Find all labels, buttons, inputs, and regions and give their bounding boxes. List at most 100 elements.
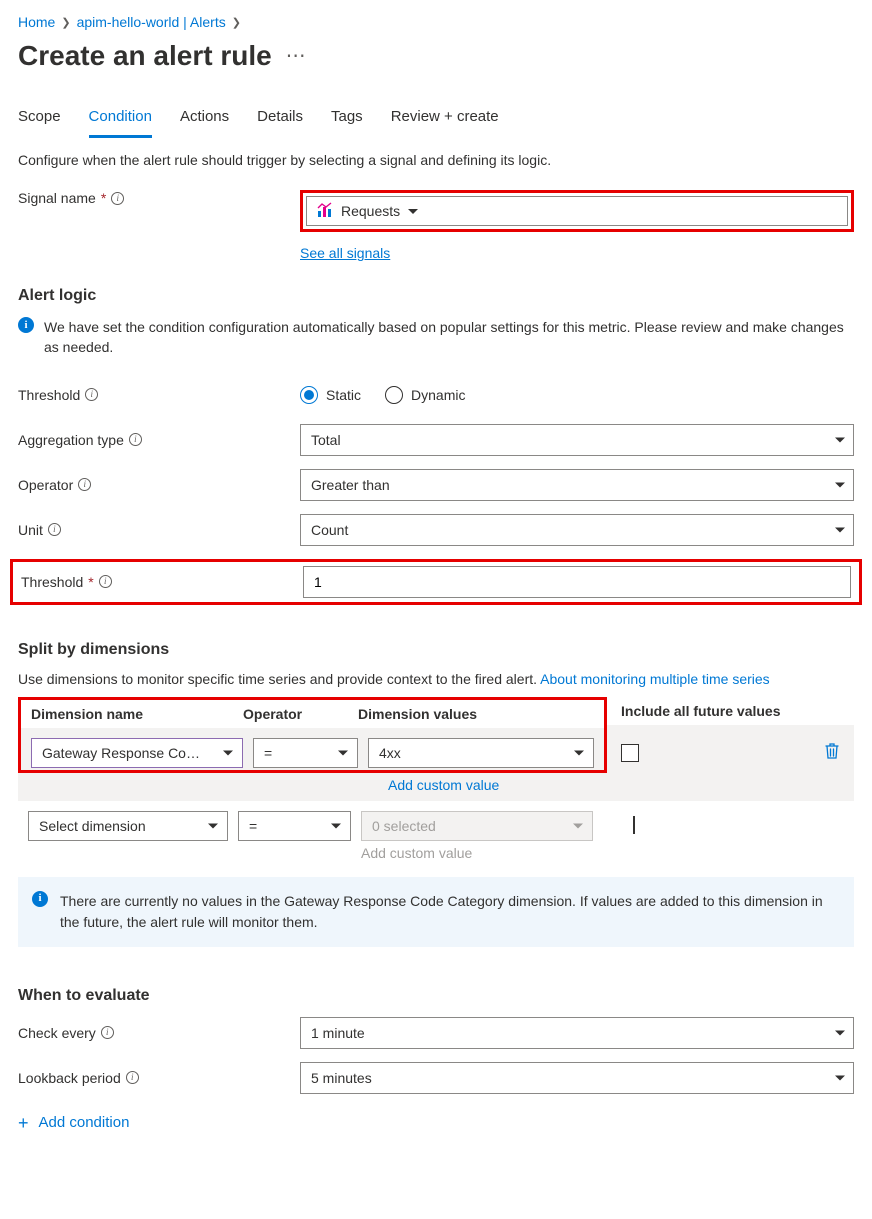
chevron-down-icon bbox=[573, 823, 583, 828]
info-icon[interactable]: i bbox=[99, 575, 112, 588]
threshold-label: Threshold bbox=[21, 574, 83, 590]
aggregation-value: Total bbox=[311, 432, 341, 448]
info-icon[interactable]: i bbox=[101, 1026, 114, 1039]
signal-name-label: Signal name bbox=[18, 190, 96, 206]
plus-icon: + bbox=[18, 1114, 29, 1132]
dimension-operator-select[interactable]: = bbox=[238, 811, 351, 841]
include-future-checkbox[interactable] bbox=[621, 744, 639, 762]
check-every-select[interactable]: 1 minute bbox=[300, 1017, 854, 1049]
see-all-signals-link[interactable]: See all signals bbox=[300, 245, 390, 261]
metrics-icon bbox=[317, 202, 333, 221]
dimension-name-value: Select dimension bbox=[39, 818, 146, 834]
threshold-type-label: Threshold bbox=[18, 387, 80, 403]
dimension-values-placeholder: 0 selected bbox=[372, 818, 436, 834]
chevron-down-icon bbox=[835, 1030, 845, 1035]
threshold-highlight: Threshold * i bbox=[10, 559, 862, 605]
dimension-name-select[interactable]: Gateway Response Co… bbox=[31, 738, 243, 768]
chevron-down-icon bbox=[574, 750, 584, 755]
dimensions-heading: Split by dimensions bbox=[18, 641, 854, 659]
threshold-input[interactable] bbox=[303, 566, 851, 598]
check-every-value: 1 minute bbox=[311, 1025, 365, 1041]
chevron-down-icon bbox=[835, 527, 845, 532]
tab-tags[interactable]: Tags bbox=[331, 102, 363, 138]
breadcrumb-home[interactable]: Home bbox=[18, 14, 55, 30]
dimension-operator-select[interactable]: = bbox=[253, 738, 358, 768]
dim-header-name: Dimension name bbox=[31, 706, 243, 722]
chevron-down-icon bbox=[338, 750, 348, 755]
dim-header-values: Dimension values bbox=[358, 706, 594, 722]
chevron-down-icon bbox=[223, 750, 233, 755]
add-condition-label: Add condition bbox=[39, 1114, 130, 1131]
tabs: Scope Condition Actions Details Tags Rev… bbox=[18, 102, 854, 138]
signal-highlight: Requests bbox=[300, 190, 854, 232]
dimension-values-select[interactable]: 4xx bbox=[368, 738, 594, 768]
tab-details[interactable]: Details bbox=[257, 102, 303, 138]
tab-scope[interactable]: Scope bbox=[18, 102, 61, 138]
info-icon[interactable]: i bbox=[126, 1071, 139, 1084]
lookback-value: 5 minutes bbox=[311, 1070, 372, 1086]
dimension-note: i There are currently no values in the G… bbox=[18, 877, 854, 947]
info-icon[interactable]: i bbox=[48, 523, 61, 536]
tab-review[interactable]: Review + create bbox=[391, 102, 499, 138]
unit-select[interactable]: Count bbox=[300, 514, 854, 546]
page-title: Create an alert rule bbox=[18, 40, 272, 72]
info-icon[interactable]: i bbox=[111, 192, 124, 205]
dimension-note-text: There are currently no values in the Gat… bbox=[60, 891, 840, 933]
lookback-label: Lookback period bbox=[18, 1070, 121, 1086]
unit-value: Count bbox=[311, 522, 348, 538]
info-icon: i bbox=[18, 317, 34, 333]
add-custom-value-disabled: Add custom value bbox=[361, 845, 472, 861]
trash-icon bbox=[824, 742, 840, 760]
chevron-right-icon: ❯ bbox=[232, 16, 241, 29]
chevron-down-icon bbox=[331, 823, 341, 828]
info-icon[interactable]: i bbox=[85, 388, 98, 401]
radio-static[interactable]: Static bbox=[300, 386, 361, 404]
tab-actions[interactable]: Actions bbox=[180, 102, 229, 138]
alert-logic-info: We have set the condition configuration … bbox=[44, 317, 854, 358]
info-icon[interactable]: i bbox=[129, 433, 142, 446]
dimension-name-select[interactable]: Select dimension bbox=[28, 811, 228, 841]
radio-static-label: Static bbox=[326, 387, 361, 403]
more-actions-button[interactable]: ⋯ bbox=[286, 46, 307, 66]
dim-header-include: Include all future values bbox=[607, 697, 854, 725]
radio-dynamic[interactable]: Dynamic bbox=[385, 386, 465, 404]
chevron-down-icon bbox=[208, 823, 218, 828]
dimensions-desc-text: Use dimensions to monitor specific time … bbox=[18, 671, 540, 687]
required-asterisk: * bbox=[88, 574, 93, 590]
dimensions-desc-link[interactable]: About monitoring multiple time series bbox=[540, 671, 770, 687]
include-future-checkbox[interactable] bbox=[633, 816, 635, 834]
tab-condition[interactable]: Condition bbox=[89, 102, 152, 138]
dimension-name-value: Gateway Response Co… bbox=[42, 745, 200, 761]
info-icon[interactable]: i bbox=[78, 478, 91, 491]
operator-label: Operator bbox=[18, 477, 73, 493]
dimensions-desc: Use dimensions to monitor specific time … bbox=[18, 671, 854, 687]
chevron-down-icon bbox=[835, 482, 845, 487]
chevron-down-icon bbox=[835, 1075, 845, 1080]
dimension-values-select-disabled: 0 selected bbox=[361, 811, 593, 841]
intro-text: Configure when the alert rule should tri… bbox=[18, 152, 854, 168]
unit-label: Unit bbox=[18, 522, 43, 538]
chevron-right-icon: ❯ bbox=[61, 16, 70, 29]
operator-select[interactable]: Greater than bbox=[300, 469, 854, 501]
required-asterisk: * bbox=[101, 190, 106, 206]
aggregation-select[interactable]: Total bbox=[300, 424, 854, 456]
delete-dimension-button[interactable] bbox=[824, 742, 840, 763]
operator-value: Greater than bbox=[311, 477, 390, 493]
dimension-operator-value: = bbox=[264, 745, 272, 761]
check-every-label: Check every bbox=[18, 1025, 96, 1041]
info-icon: i bbox=[32, 891, 48, 907]
dimension-values-value: 4xx bbox=[379, 745, 401, 761]
dimension-operator-value: = bbox=[249, 818, 257, 834]
breadcrumb: Home ❯ apim-hello-world | Alerts ❯ bbox=[18, 14, 854, 30]
dim-header-operator: Operator bbox=[243, 706, 358, 722]
lookback-select[interactable]: 5 minutes bbox=[300, 1062, 854, 1094]
evaluate-heading: When to evaluate bbox=[18, 987, 854, 1005]
signal-name-select[interactable]: Requests bbox=[306, 196, 848, 226]
alert-logic-heading: Alert logic bbox=[18, 287, 854, 305]
add-custom-value-link[interactable]: Add custom value bbox=[388, 777, 499, 793]
chevron-down-icon bbox=[835, 437, 845, 442]
add-condition-button[interactable]: + Add condition bbox=[18, 1108, 854, 1138]
aggregation-label: Aggregation type bbox=[18, 432, 124, 448]
radio-dynamic-label: Dynamic bbox=[411, 387, 465, 403]
breadcrumb-item[interactable]: apim-hello-world | Alerts bbox=[77, 14, 226, 30]
